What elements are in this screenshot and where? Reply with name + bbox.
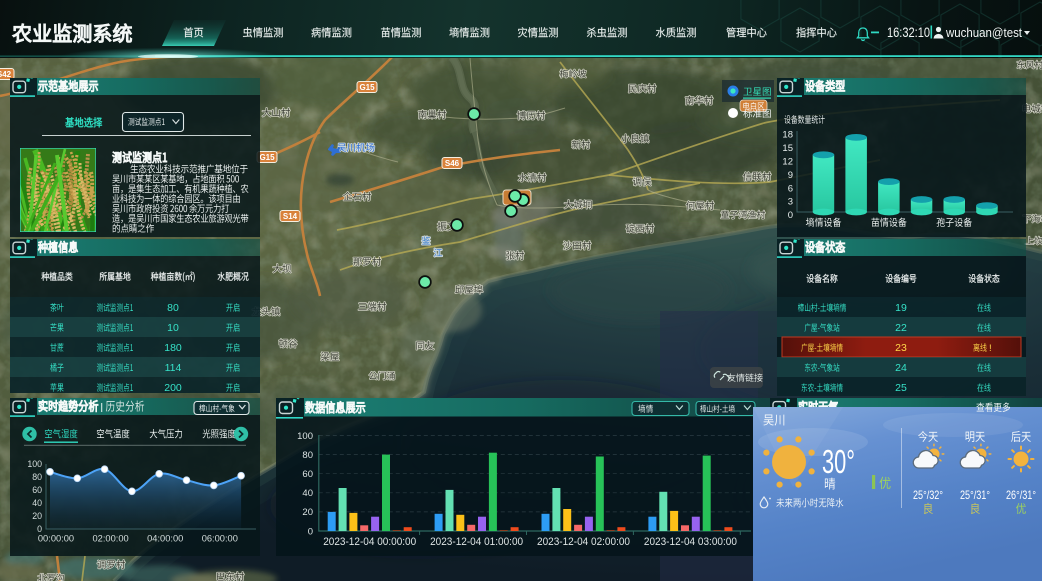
svg-text:06:00:00: 06:00:00 <box>202 534 238 544</box>
svg-text:30°: 30° <box>822 443 855 480</box>
svg-text:80: 80 <box>32 472 42 482</box>
svg-text:0: 0 <box>788 210 793 221</box>
svg-text:100: 100 <box>297 431 313 442</box>
svg-text:0: 0 <box>37 524 42 534</box>
svg-text:3: 3 <box>788 197 793 208</box>
svg-text:S14: S14 <box>283 212 298 221</box>
svg-text:114: 114 <box>165 362 182 374</box>
svg-text:02:00:00: 02:00:00 <box>92 534 128 544</box>
svg-text:80: 80 <box>302 450 313 461</box>
svg-text:2023-12-04 01:00:00: 2023-12-04 01:00:00 <box>430 536 523 548</box>
svg-text:22: 22 <box>895 322 907 334</box>
svg-text:S46: S46 <box>445 159 460 168</box>
svg-text:G15: G15 <box>359 83 375 92</box>
svg-text:20: 20 <box>302 507 313 518</box>
svg-text:26°/31°: 26°/31° <box>1006 489 1036 502</box>
svg-text:18: 18 <box>782 130 793 141</box>
svg-text:2023-12-04 03:00:00: 2023-12-04 03:00:00 <box>644 536 737 548</box>
svg-text:25°/32°: 25°/32° <box>913 489 943 502</box>
svg-text:9: 9 <box>788 170 793 181</box>
svg-text:60: 60 <box>302 469 313 480</box>
svg-text:40: 40 <box>302 488 313 499</box>
svg-text:60: 60 <box>32 485 42 495</box>
svg-text:2023-12-04 02:00:00: 2023-12-04 02:00:00 <box>537 536 630 548</box>
svg-text:12: 12 <box>782 157 793 168</box>
svg-text:G15: G15 <box>259 153 275 162</box>
svg-text:100: 100 <box>27 459 42 469</box>
svg-text:00:00:00: 00:00:00 <box>38 534 74 544</box>
svg-text:10: 10 <box>167 322 179 334</box>
svg-text:6: 6 <box>788 183 793 194</box>
svg-text:19: 19 <box>895 302 907 314</box>
svg-text:20: 20 <box>32 511 42 521</box>
svg-text:23: 23 <box>895 342 907 354</box>
svg-text:15: 15 <box>782 143 793 154</box>
svg-text:04:00:00: 04:00:00 <box>147 534 183 544</box>
svg-text:0: 0 <box>308 526 313 537</box>
svg-text:200: 200 <box>164 382 182 393</box>
svg-text:25°/31°: 25°/31° <box>960 489 990 502</box>
svg-text:24: 24 <box>895 362 907 374</box>
svg-text:80: 80 <box>167 302 179 314</box>
svg-text:!: ! <box>989 343 992 354</box>
svg-text:180: 180 <box>164 342 182 354</box>
svg-text:2023-12-04 00:00:00: 2023-12-04 00:00:00 <box>323 536 416 548</box>
svg-text:wuchuan@test: wuchuan@test <box>945 25 1022 40</box>
svg-text:25: 25 <box>895 382 907 394</box>
svg-text:40: 40 <box>32 498 42 508</box>
svg-text:16:32:10: 16:32:10 <box>887 25 930 40</box>
